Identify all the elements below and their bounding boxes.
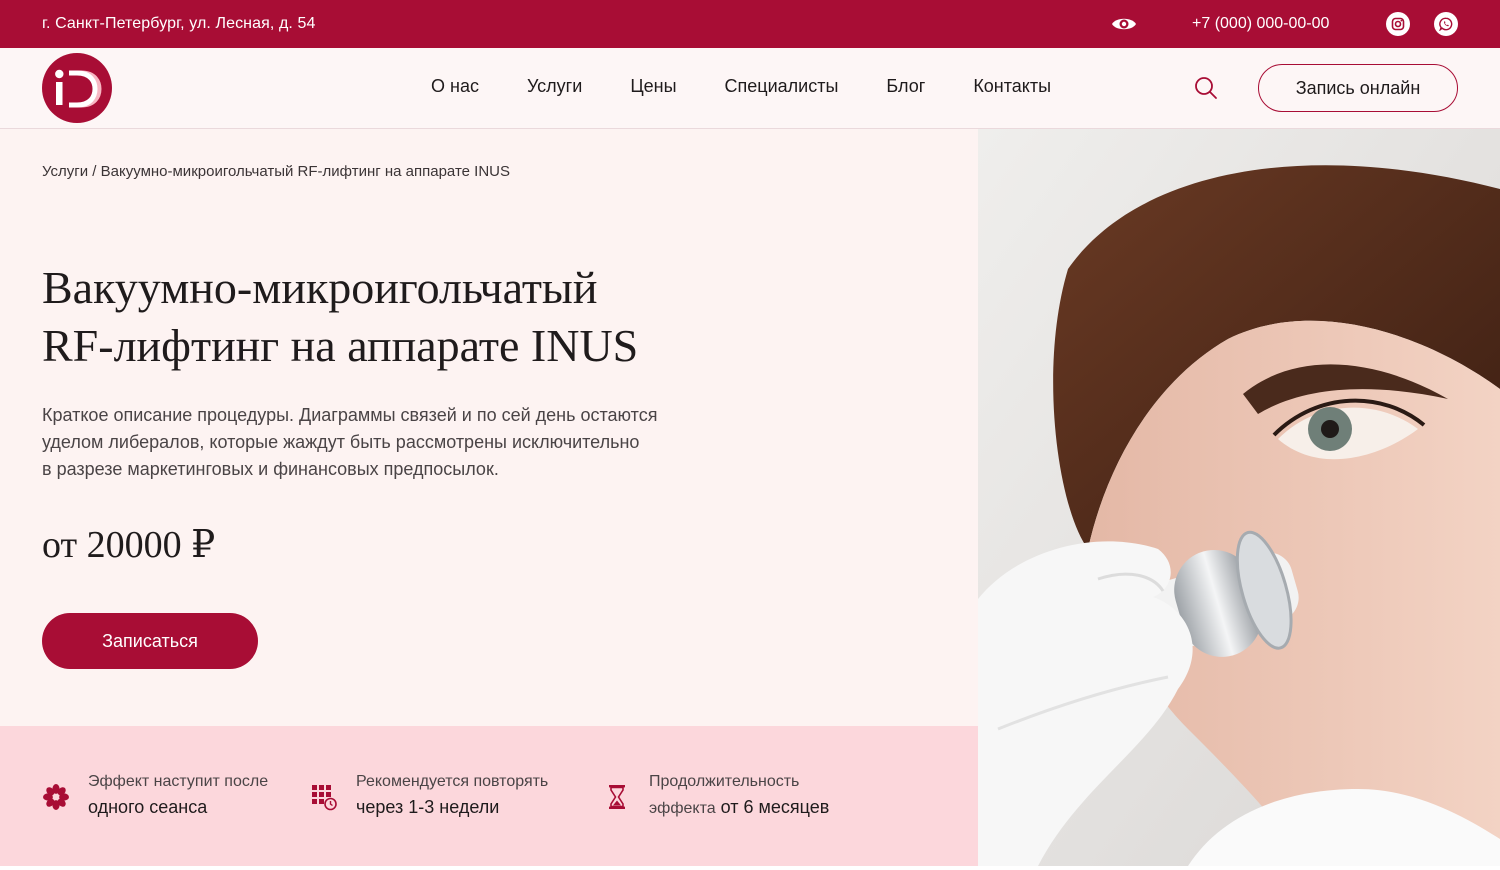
procedure-description: Краткое описание процедуры. Диаграммы св… bbox=[42, 402, 702, 483]
desc-line-2: уделом либералов, которые жаждут быть ра… bbox=[42, 432, 640, 452]
procedure-illustration bbox=[978, 129, 1500, 866]
nav-item-contacts[interactable]: Контакты bbox=[973, 76, 1051, 97]
calendar-clock-icon bbox=[312, 785, 337, 811]
instagram-icon[interactable] bbox=[1386, 12, 1410, 36]
desc-line-3: в разрезе маркетинговых и финансовых пре… bbox=[42, 459, 499, 479]
page-title: Вакуумно-микроигольчатый RF-лифтинг на а… bbox=[42, 259, 802, 375]
address-text: г. Санкт-Петербург, ул. Лесная, д. 54 bbox=[42, 15, 316, 32]
top-bar: г. Санкт-Петербург, ул. Лесная, д. 54 +7… bbox=[0, 0, 1500, 48]
book-button[interactable]: Записаться bbox=[42, 613, 258, 669]
nav-item-blog[interactable]: Блог bbox=[886, 76, 925, 97]
feature-value-strong: от 6 месяцев bbox=[715, 797, 830, 817]
feature-value: одного сеанса bbox=[88, 797, 208, 817]
breadcrumb-current: Вакуумно-микроигольчатый RF-лифтинг на а… bbox=[100, 163, 510, 180]
desc-line-1: Краткое описание процедуры. Диаграммы св… bbox=[42, 405, 658, 425]
nav-item-about[interactable]: О нас bbox=[431, 76, 479, 97]
hero-section: Услуги / Вакуумно-микроигольчатый RF-лиф… bbox=[0, 129, 978, 726]
price: от 20000 ₽ bbox=[42, 524, 216, 566]
feature-value: через 1-3 недели bbox=[356, 797, 500, 817]
flower-icon bbox=[43, 784, 69, 810]
eye-icon[interactable] bbox=[1111, 13, 1137, 35]
logo-mark bbox=[55, 69, 102, 108]
nav-item-specialists[interactable]: Специалисты bbox=[725, 76, 839, 97]
breadcrumb-services-link[interactable]: Услуги bbox=[42, 163, 88, 180]
features-bar: Эффект наступит после одного сеанса Реко… bbox=[0, 726, 978, 866]
phone-link[interactable]: +7 (000) 000-00-00 bbox=[1192, 15, 1329, 33]
hero-photo bbox=[978, 129, 1500, 866]
breadcrumb: Услуги / Вакуумно-микроигольчатый RF-лиф… bbox=[42, 163, 510, 180]
title-line-2: RF-лифтинг на аппарате INUS bbox=[42, 320, 639, 371]
feature-value-muted: эффекта bbox=[649, 800, 716, 817]
breadcrumb-separator: / bbox=[88, 163, 101, 180]
feature-label: Рекомендуется повторять bbox=[356, 773, 549, 790]
title-line-1: Вакуумно-микроигольчатый bbox=[42, 262, 598, 313]
nav-item-services[interactable]: Услуги bbox=[527, 76, 582, 97]
hourglass-icon bbox=[609, 785, 625, 809]
online-booking-button[interactable]: Запись онлайн bbox=[1258, 64, 1458, 112]
feature-label: Эффект наступит после bbox=[88, 773, 269, 790]
search-icon[interactable] bbox=[1194, 76, 1218, 100]
whatsapp-icon[interactable] bbox=[1434, 12, 1458, 36]
feature-value: эффекта от 6 месяцев bbox=[649, 797, 829, 818]
main-nav: О нас Услуги Цены Специалисты Блог Конта… bbox=[431, 76, 1051, 97]
feature-label: Продолжительность bbox=[649, 773, 800, 790]
page-bottom-edge bbox=[0, 866, 1500, 870]
nav-item-prices[interactable]: Цены bbox=[630, 76, 676, 97]
site-header: О нас Услуги Цены Специалисты Блог Конта… bbox=[0, 48, 1500, 129]
site-logo[interactable] bbox=[42, 53, 112, 123]
